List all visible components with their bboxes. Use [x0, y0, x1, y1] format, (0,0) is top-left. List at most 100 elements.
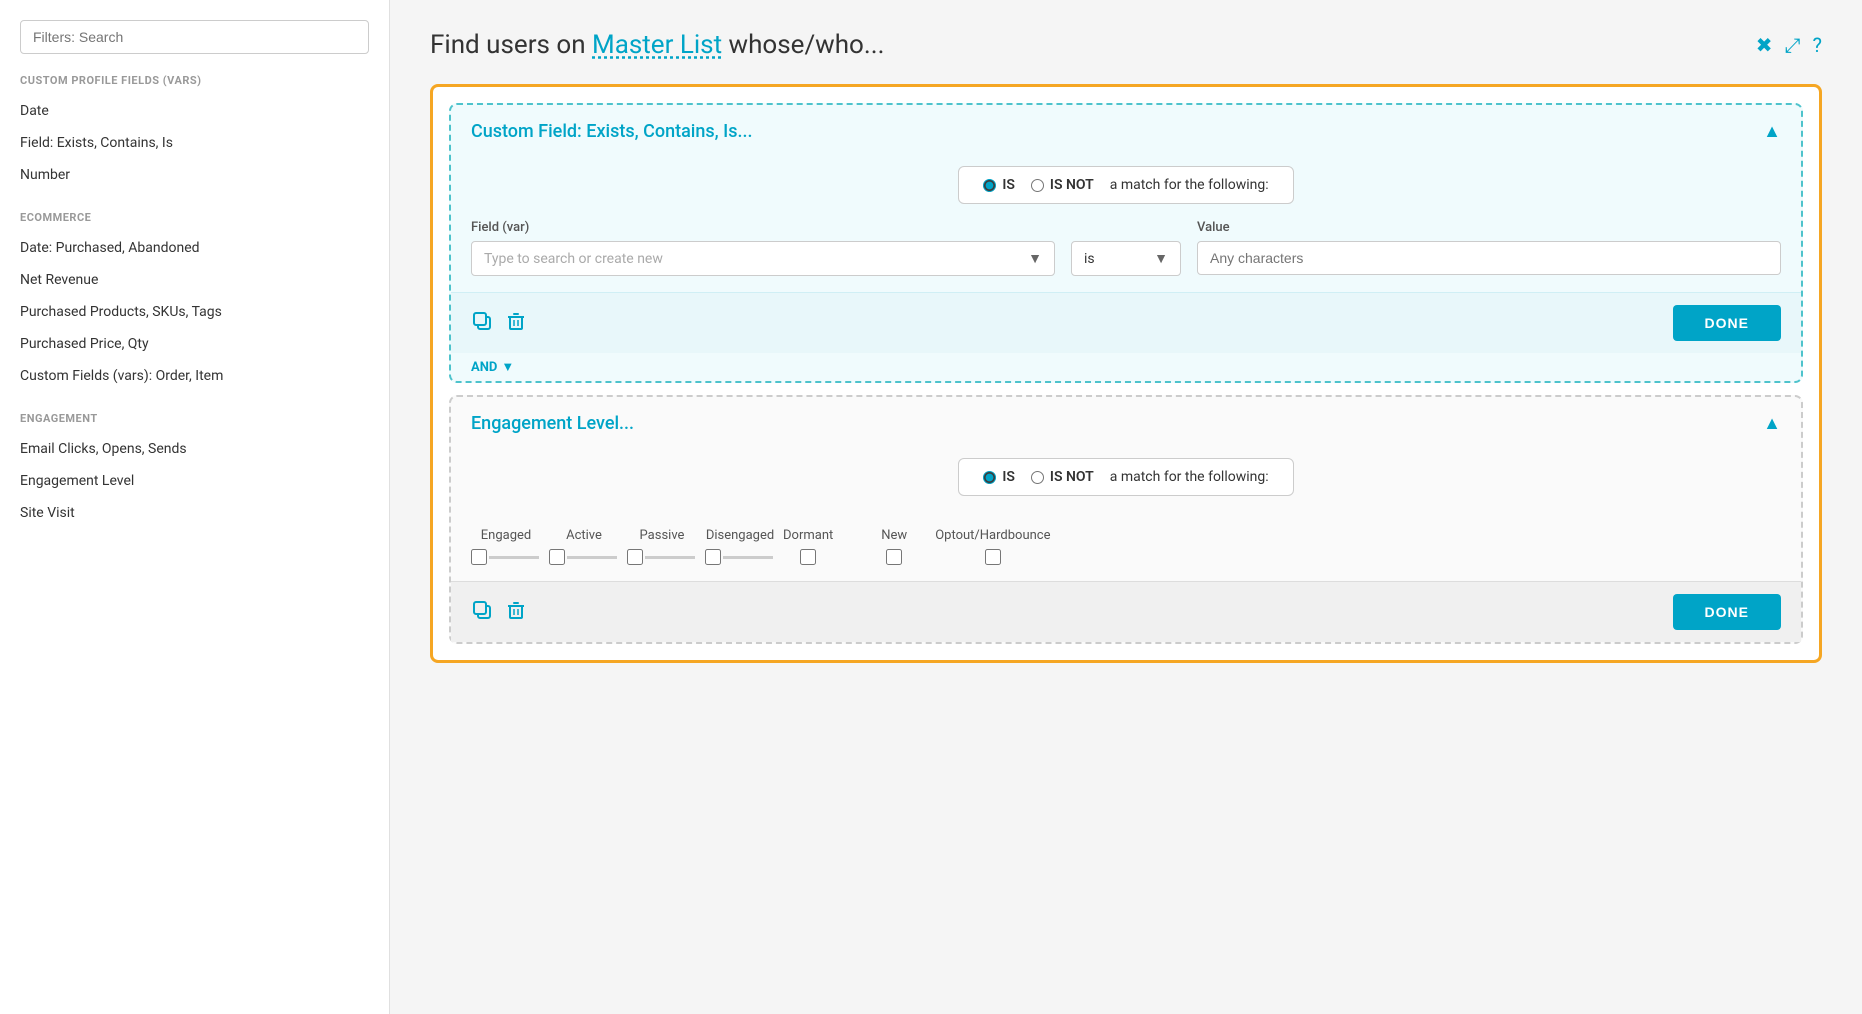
engagement-item-engaged: Engaged [471, 528, 541, 565]
radio-is-not-label: IS NOT [1050, 177, 1094, 193]
engagement-label-dormant: Dormant [783, 528, 833, 543]
filter-card-2-chevron-icon[interactable]: ▲ [1763, 413, 1781, 434]
field-var-select[interactable]: Type to search or create new ▼ [471, 241, 1055, 276]
match2-suffix: a match for the following: [1110, 469, 1269, 485]
filter-2-trash-icon[interactable] [505, 599, 527, 626]
orange-container: Custom Field: Exists, Contains, Is... ▲ … [430, 84, 1822, 663]
engagement-checkbox-new[interactable] [886, 549, 902, 565]
filter-2-match-row: IS IS NOT a match for the following: [451, 458, 1801, 496]
page-header: Find users on Master List whose/who... ✖… [430, 30, 1822, 60]
filter-1-match-box: IS IS NOT a match for the following: [958, 166, 1293, 204]
sidebar-section-custom-profile: CUSTOM PROFILE FIELDS (VARS) Date Field:… [0, 74, 389, 191]
filter-card-1-title: Custom Field: Exists, Contains, Is... [471, 121, 753, 142]
filter-2-match-box: IS IS NOT a match for the following: [958, 458, 1293, 496]
and-connector[interactable]: AND ▼ [451, 353, 1801, 381]
filter-card-1-header[interactable]: Custom Field: Exists, Contains, Is... ▲ [451, 105, 1801, 158]
filter-1-action-icons [471, 310, 527, 337]
copy-icon[interactable] [471, 310, 493, 337]
filter-1-done-button[interactable]: DONE [1673, 305, 1781, 341]
radio2-is-label: IS [1002, 469, 1015, 485]
engagement-label-optout: Optout/Hardbounce [935, 528, 1050, 543]
radio-is-not-group: IS NOT [1031, 177, 1094, 193]
page-title-suffix: whose/who... [722, 30, 884, 60]
sidebar-item-net-revenue[interactable]: Net Revenue [0, 264, 389, 296]
engagement-levels-row: Engaged Active Passive [451, 512, 1801, 581]
sidebar-item-engagement-level[interactable]: Engagement Level [0, 465, 389, 497]
radio-is-not[interactable] [1031, 179, 1044, 192]
engagement-label-new: New [881, 528, 907, 543]
main-content: Find users on Master List whose/who... ✖… [390, 0, 1862, 1014]
sidebar-item-custom-fields-order[interactable]: Custom Fields (vars): Order, Item [0, 360, 389, 392]
engagement-item-dormant: Dormant [783, 528, 833, 565]
operator-select[interactable]: is ▼ [1071, 241, 1181, 276]
radio-is-group: IS [983, 177, 1015, 193]
engagement-checkbox-optout[interactable] [985, 549, 1001, 565]
sidebar-section-ecommerce: ECOMMERCE Date: Purchased, Abandoned Net… [0, 211, 389, 392]
filter-card-2-header[interactable]: Engagement Level... ▲ [451, 397, 1801, 450]
sidebar-item-date-purchased[interactable]: Date: Purchased, Abandoned [0, 232, 389, 264]
engagement-label-passive: Passive [640, 528, 685, 543]
radio-is[interactable] [983, 179, 996, 192]
section-title-custom-profile: CUSTOM PROFILE FIELDS (VARS) [0, 74, 389, 95]
engagement-checkbox-dormant[interactable] [800, 549, 816, 565]
radio2-is[interactable] [983, 471, 996, 484]
and-chevron-icon: ▼ [501, 359, 514, 375]
filter-2-done-button[interactable]: DONE [1673, 594, 1781, 630]
radio2-is-not-group: IS NOT [1031, 469, 1094, 485]
operator-value: is [1084, 251, 1095, 267]
filter-1-field-row: Field (var) Type to search or create new… [451, 220, 1801, 292]
filter-2-action-icons [471, 599, 527, 626]
sidebar-search-container [20, 20, 369, 54]
sidebar-item-number[interactable]: Number [0, 159, 389, 191]
sidebar-item-site-visit[interactable]: Site Visit [0, 497, 389, 529]
radio2-is-group: IS [983, 469, 1015, 485]
page-title: Find users on Master List whose/who... [430, 30, 884, 60]
engagement-label-engaged: Engaged [481, 528, 531, 543]
engagement-label-active: Active [566, 528, 602, 543]
value-label: Value [1197, 220, 1781, 235]
engagement-item-active: Active [549, 528, 619, 565]
sidebar: CUSTOM PROFILE FIELDS (VARS) Date Field:… [0, 0, 390, 1014]
header-icons: ✖ ⤢ ? [1756, 33, 1822, 57]
engagement-checkbox-engaged[interactable] [471, 549, 487, 565]
field-var-placeholder: Type to search or create new [484, 251, 663, 267]
help-icon[interactable]: ? [1813, 33, 1822, 57]
trash-icon[interactable] [505, 310, 527, 337]
field-var-chevron-icon: ▼ [1028, 250, 1042, 267]
engagement-item-optout: Optout/Hardbounce [935, 528, 1050, 565]
operator-label-spacer [1071, 220, 1181, 235]
radio2-is-not[interactable] [1031, 471, 1044, 484]
filter-2-action-row: DONE [451, 581, 1801, 642]
sidebar-section-engagement: ENGAGEMENT Email Clicks, Opens, Sends En… [0, 412, 389, 529]
filter-card-2-title: Engagement Level... [471, 413, 634, 434]
expand-icon[interactable]: ⤢ [1785, 33, 1801, 57]
sidebar-item-email-clicks[interactable]: Email Clicks, Opens, Sends [0, 433, 389, 465]
sidebar-item-purchased-products[interactable]: Purchased Products, SKUs, Tags [0, 296, 389, 328]
filter-1-action-row: DONE [451, 292, 1801, 353]
engagement-item-new: New [881, 528, 907, 565]
match-suffix: a match for the following: [1110, 177, 1269, 193]
sidebar-item-date[interactable]: Date [0, 95, 389, 127]
value-input[interactable] [1197, 241, 1781, 275]
engagement-checkbox-active[interactable] [549, 549, 565, 565]
operator-chevron-icon: ▼ [1154, 250, 1168, 267]
search-input[interactable] [20, 20, 369, 54]
radio2-is-not-label: IS NOT [1050, 469, 1094, 485]
filter-1-match-row: IS IS NOT a match for the following: [451, 166, 1801, 204]
filter-card-1: Custom Field: Exists, Contains, Is... ▲ … [449, 103, 1803, 383]
sidebar-item-purchased-price[interactable]: Purchased Price, Qty [0, 328, 389, 360]
operator-group: is ▼ [1071, 220, 1181, 276]
pin-icon[interactable]: ✖ [1756, 33, 1773, 57]
field-var-group: Field (var) Type to search or create new… [471, 220, 1055, 276]
sidebar-item-field-exists[interactable]: Field: Exists, Contains, Is [0, 127, 389, 159]
filter-2-copy-icon[interactable] [471, 599, 493, 626]
radio-is-label: IS [1002, 177, 1015, 193]
filter-card-2: Engagement Level... ▲ IS IS NOT a match … [449, 395, 1803, 644]
engagement-item-disengaged: Disengaged [705, 528, 775, 565]
field-var-label: Field (var) [471, 220, 1055, 235]
value-group: Value [1197, 220, 1781, 275]
filter-card-1-chevron-icon[interactable]: ▲ [1763, 121, 1781, 142]
engagement-checkbox-disengaged[interactable] [705, 549, 721, 565]
engagement-checkbox-passive[interactable] [627, 549, 643, 565]
master-list-link[interactable]: Master List [592, 30, 722, 60]
